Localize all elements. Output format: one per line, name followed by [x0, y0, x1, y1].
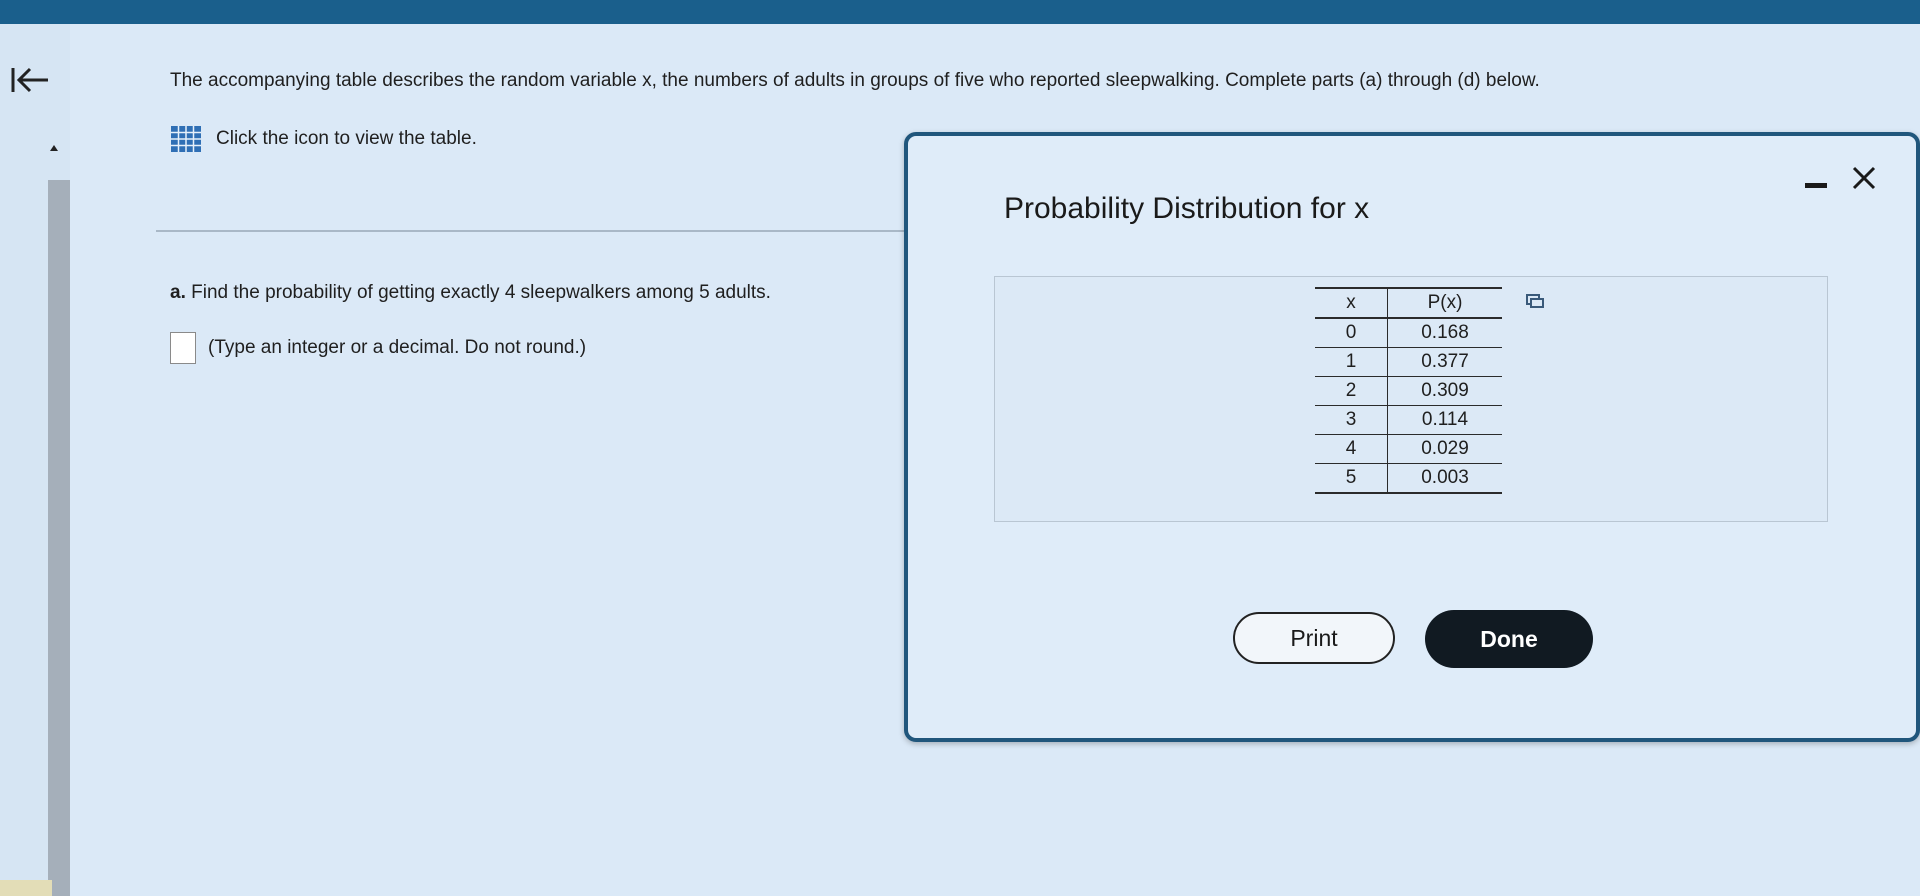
view-table-text: Click the icon to view the table. — [216, 128, 477, 149]
answer-hint: (Type an integer or a decimal. Do not ro… — [208, 337, 587, 358]
table-icon[interactable] — [170, 125, 202, 153]
table-row: 3 0.114 — [1315, 405, 1502, 435]
table-cell-x: 1 — [1315, 347, 1388, 377]
part-a-question: a. Find the probability of getting exact… — [170, 282, 771, 304]
table-row: 4 0.029 — [1315, 434, 1502, 464]
column-header-x: x — [1315, 287, 1388, 319]
top-bar — [0, 0, 1920, 24]
view-table-link[interactable]: Click the icon to view the table. — [170, 124, 477, 154]
done-button[interactable]: Done — [1425, 610, 1593, 668]
table-row: 5 0.003 — [1315, 463, 1502, 494]
part-a-label: a. — [170, 282, 186, 303]
rail-corner — [0, 880, 52, 896]
table-cell-px: 0.003 — [1387, 463, 1502, 494]
table-cell-x: 5 — [1315, 463, 1388, 494]
close-icon[interactable] — [1848, 162, 1880, 194]
scroll-up-icon[interactable] — [50, 145, 58, 151]
back-icon[interactable] — [10, 62, 54, 98]
table-cell-px: 0.377 — [1387, 347, 1502, 377]
question-text: The accompanying table describes the ran… — [170, 70, 1540, 91]
table-row: 2 0.309 — [1315, 376, 1502, 406]
table-container: x P(x) 0 0.168 1 0.377 2 0.309 3 0.114 4… — [994, 276, 1828, 522]
table-cell-x: 0 — [1315, 318, 1388, 348]
copy-icon[interactable] — [1525, 293, 1545, 309]
probability-distribution-table: x P(x) 0 0.168 1 0.377 2 0.309 3 0.114 4… — [1315, 287, 1502, 494]
table-cell-x: 4 — [1315, 434, 1388, 464]
probability-table-dialog: Probability Distribution for x x P(x) 0 — [904, 132, 1920, 742]
scrollbar-track[interactable] — [48, 180, 70, 896]
answer-input[interactable] — [170, 332, 196, 364]
table-cell-x: 2 — [1315, 376, 1388, 406]
column-header-px: P(x) — [1387, 287, 1502, 319]
table-row: 0 0.168 — [1315, 318, 1502, 348]
main-area: The accompanying table describes the ran… — [70, 24, 1920, 896]
table-cell-px: 0.168 — [1387, 318, 1502, 348]
part-a-text: Find the probability of getting exactly … — [191, 282, 771, 303]
table-cell-px: 0.029 — [1387, 434, 1502, 464]
table-row: 1 0.377 — [1315, 347, 1502, 377]
table-cell-px: 0.309 — [1387, 376, 1502, 406]
table-cell-px: 0.114 — [1387, 405, 1502, 435]
table-header-row: x P(x) — [1315, 287, 1502, 319]
dialog-title: Probability Distribution for x — [1004, 192, 1370, 225]
table-cell-x: 3 — [1315, 405, 1388, 435]
print-button[interactable]: Print — [1233, 612, 1395, 664]
minimize-icon[interactable] — [1801, 172, 1831, 196]
